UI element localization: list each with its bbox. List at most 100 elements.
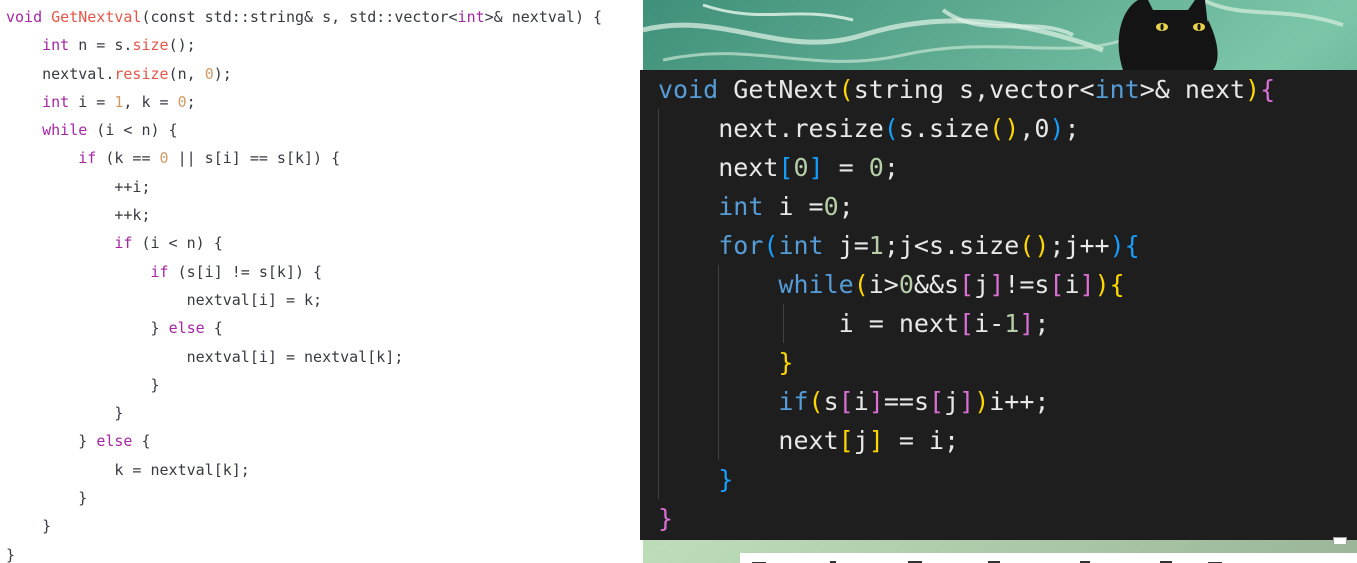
dark-code-line: next[j] = i; bbox=[658, 421, 1275, 460]
window-corner-icon[interactable] bbox=[1333, 537, 1347, 544]
code-token: 0 bbox=[204, 64, 214, 83]
code-token: || s[i] == s[k]) { bbox=[168, 149, 341, 168]
code-token: { bbox=[1109, 270, 1125, 299]
code-token: { bbox=[132, 432, 151, 451]
code-token: int bbox=[718, 192, 764, 221]
code-token: [ bbox=[838, 426, 854, 455]
dark-code-line: } bbox=[658, 499, 1275, 538]
left-code-line: int n = s.size(); bbox=[6, 31, 602, 59]
code-token: (i < n) { bbox=[87, 121, 178, 140]
left-code-line: } bbox=[6, 512, 602, 540]
code-token: nextval[i] = nextval[k]; bbox=[6, 347, 404, 366]
code-token: ( bbox=[763, 231, 779, 260]
code-token: j bbox=[853, 426, 869, 455]
code-token: void bbox=[658, 75, 719, 104]
code-token: { bbox=[204, 319, 223, 338]
left-code-line: } bbox=[6, 484, 602, 512]
code-token: = i; bbox=[883, 426, 960, 455]
code-token: 0 bbox=[823, 192, 839, 221]
code-token: 0 bbox=[868, 153, 884, 182]
left-code-line: if (i < n) { bbox=[6, 229, 602, 257]
code-token: ;j++ bbox=[1049, 231, 1110, 260]
code-token: } bbox=[6, 375, 160, 394]
code-token: } bbox=[6, 545, 16, 563]
code-token: i = bbox=[763, 192, 824, 221]
code-token: ; bbox=[1064, 114, 1080, 143]
code-token: 0 bbox=[793, 153, 809, 182]
code-token: i bbox=[1064, 270, 1080, 299]
code-token: ] bbox=[868, 426, 884, 455]
code-token: ] bbox=[1079, 270, 1095, 299]
code-token: >& next bbox=[1139, 75, 1246, 104]
code-token: } bbox=[6, 517, 52, 536]
code-token: GetNext bbox=[718, 75, 839, 104]
code-token: n = s. bbox=[69, 36, 133, 55]
left-code-line: } else { bbox=[6, 314, 602, 342]
code-token: ; bbox=[883, 153, 899, 182]
code-token: () bbox=[989, 114, 1020, 143]
code-token: } bbox=[718, 465, 734, 494]
code-token: next.resize bbox=[658, 114, 884, 143]
code-token: ( bbox=[883, 114, 899, 143]
code-token: k = nextval[k]; bbox=[6, 460, 250, 479]
code-token: (); bbox=[168, 36, 196, 55]
dark-code-line: int i =0; bbox=[658, 187, 1275, 226]
code-token: i = next bbox=[658, 309, 960, 338]
dark-code-line: next[0] = 0; bbox=[658, 148, 1275, 187]
code-token: 1 bbox=[868, 231, 884, 260]
code-token: [ bbox=[838, 387, 854, 416]
dark-code-line: } bbox=[658, 460, 1275, 499]
code-token: () bbox=[1019, 231, 1050, 260]
code-token: { bbox=[1124, 231, 1140, 260]
code-token: ( bbox=[838, 75, 854, 104]
dark-code-line: while(i>0&&s[j]!=s[i]){ bbox=[658, 265, 1275, 304]
code-token: (s[i] != s[k]) { bbox=[168, 262, 323, 281]
left-code-line: ++i; bbox=[6, 173, 602, 201]
code-token: s bbox=[823, 387, 839, 416]
screenshot: void GetNextval(const std::string& s, st… bbox=[0, 0, 1357, 563]
code-token: } bbox=[6, 404, 124, 423]
code-token: ] bbox=[808, 153, 824, 182]
code-token: ; bbox=[838, 192, 854, 221]
code-token: if bbox=[150, 262, 169, 281]
code-token: ( bbox=[853, 270, 869, 299]
code-token: ) bbox=[1245, 75, 1261, 104]
code-token: for bbox=[718, 231, 764, 260]
dark-code-editor: void GetNext(string s,vector<int>& next)… bbox=[640, 70, 1357, 540]
code-token: [ bbox=[929, 387, 945, 416]
dark-code-line: i = next[i-1]; bbox=[658, 304, 1275, 343]
code-token: ) bbox=[1109, 231, 1125, 260]
left-code-line: } bbox=[6, 371, 602, 399]
code-token: ,0 bbox=[1019, 114, 1050, 143]
code-token: 0 bbox=[159, 149, 169, 168]
code-token: void bbox=[6, 8, 52, 26]
code-token: ) bbox=[1049, 114, 1065, 143]
window-bottom-edge bbox=[740, 553, 1357, 563]
code-token: , k = bbox=[123, 92, 178, 111]
code-token: resize bbox=[114, 64, 169, 83]
code-token: else bbox=[168, 319, 205, 338]
code-token: ++k; bbox=[6, 206, 151, 225]
left-code-line: void GetNextval(const std::string& s, st… bbox=[6, 3, 602, 31]
left-code-line: while (i < n) { bbox=[6, 116, 602, 144]
code-token: nextval. bbox=[6, 64, 115, 83]
code-token: >& nextval) { bbox=[484, 8, 603, 26]
code-token: 1 bbox=[1004, 309, 1020, 338]
dark-code-line: if(s[i]==s[j])i++; bbox=[658, 382, 1275, 421]
code-token: s.size bbox=[898, 114, 990, 143]
code-token: j bbox=[974, 270, 990, 299]
left-code-line: } bbox=[6, 399, 602, 427]
code-token: ] bbox=[1019, 309, 1035, 338]
code-token: } bbox=[6, 489, 88, 508]
code-token: [ bbox=[959, 309, 975, 338]
code-token: int bbox=[1094, 75, 1140, 104]
code-token: if bbox=[78, 149, 97, 168]
code-token: ] bbox=[989, 270, 1005, 299]
left-code-panel: void GetNextval(const std::string& s, st… bbox=[0, 0, 643, 563]
code-token: [ bbox=[959, 270, 975, 299]
code-token: ); bbox=[213, 64, 232, 83]
code-token: ++i; bbox=[6, 177, 151, 196]
code-token: string s,vector< bbox=[853, 75, 1095, 104]
